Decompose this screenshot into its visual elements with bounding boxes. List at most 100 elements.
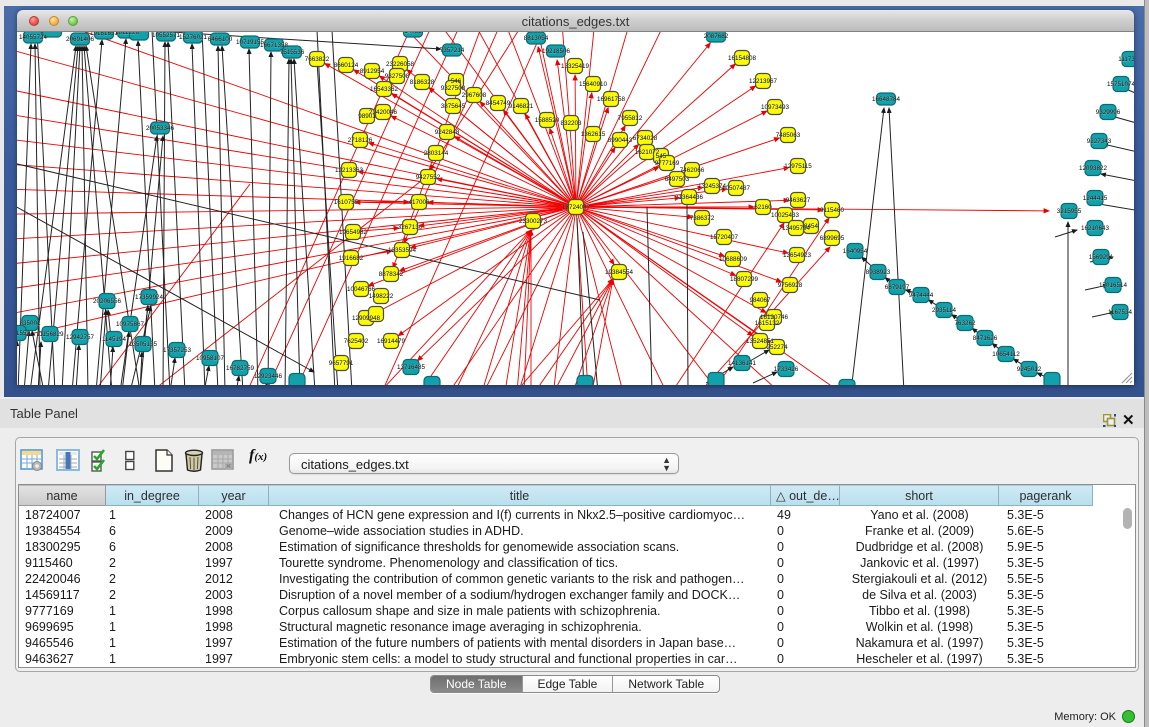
svg-text:10975867: 10975867 <box>116 321 145 328</box>
svg-text:984067: 984067 <box>749 297 771 304</box>
svg-text:14055724: 14055724 <box>19 34 48 41</box>
svg-text:6497503: 6497503 <box>665 176 690 183</box>
svg-text:6734028: 6734028 <box>633 135 658 142</box>
svg-text:15276021: 15276021 <box>179 34 208 41</box>
svg-text:7462066: 7462066 <box>680 167 705 174</box>
svg-text:16961758: 16961758 <box>597 96 626 103</box>
svg-text:1811226: 1811226 <box>115 32 140 36</box>
svg-text:19654982: 19654982 <box>339 229 368 236</box>
svg-text:1640954: 1640954 <box>843 248 868 255</box>
svg-text:2935114: 2935114 <box>932 307 957 314</box>
svg-text:545: 545 <box>656 153 667 160</box>
svg-text:16543362: 16543362 <box>370 86 399 93</box>
svg-text:7515536: 7515536 <box>280 49 305 56</box>
svg-text:13325419: 13325419 <box>561 63 590 70</box>
svg-text:11156829: 11156829 <box>36 331 64 338</box>
svg-text:9657791: 9657791 <box>329 360 354 367</box>
svg-text:62160: 62160 <box>754 204 772 211</box>
svg-text:1610755: 1610755 <box>334 199 359 206</box>
svg-text:7955812: 7955812 <box>618 115 643 122</box>
svg-text:9227343: 9227343 <box>1087 138 1112 145</box>
svg-text:8878342: 8878342 <box>379 271 404 278</box>
svg-text:1733426: 1733426 <box>774 366 799 373</box>
svg-text:10958107: 10958107 <box>196 355 225 362</box>
svg-text:19218506: 19218506 <box>542 48 571 55</box>
svg-text:7625402: 7625402 <box>344 338 369 345</box>
svg-text:9777169: 9777169 <box>655 160 680 167</box>
svg-text:20053346: 20053346 <box>146 125 175 132</box>
svg-text:8813054: 8813054 <box>524 35 549 42</box>
svg-text:17357253: 17357253 <box>163 347 192 354</box>
svg-text:13505135: 13505135 <box>129 341 158 348</box>
svg-text:9242848: 9242848 <box>435 129 460 136</box>
svg-text:252274: 252274 <box>766 344 788 351</box>
svg-text:15751074: 15751074 <box>1107 81 1134 88</box>
svg-text:18807299: 18807299 <box>730 276 759 283</box>
svg-text:1117304: 1117304 <box>1118 56 1134 63</box>
svg-text:9146821: 9146821 <box>509 103 534 110</box>
svg-text:23300273: 23300273 <box>519 218 548 225</box>
svg-text:12213967: 12213967 <box>749 78 778 85</box>
svg-text:417006: 417006 <box>408 199 430 206</box>
svg-text:17016514: 17016514 <box>1099 282 1128 289</box>
svg-text:12923446: 12923446 <box>254 373 283 380</box>
svg-text:16648784: 16648784 <box>872 96 901 103</box>
svg-text:15640910: 15640910 <box>579 81 608 88</box>
svg-text:9115460: 9115460 <box>820 207 845 214</box>
svg-text:14136141: 14136141 <box>728 360 757 367</box>
svg-text:13654923: 13654923 <box>783 252 812 259</box>
svg-text:2803144: 2803144 <box>424 150 449 157</box>
svg-text:9756928: 9756928 <box>778 282 803 289</box>
svg-text:12353594: 12353594 <box>388 247 417 254</box>
svg-text:9463627: 9463627 <box>786 197 811 204</box>
svg-text:10046766: 10046766 <box>347 286 376 293</box>
svg-text:8454749: 8454749 <box>486 100 511 107</box>
svg-text:16914479: 16914479 <box>377 338 406 345</box>
svg-text:3267130: 3267130 <box>398 224 423 231</box>
svg-text:8938923: 8938923 <box>866 269 891 276</box>
svg-text:7485063: 7485063 <box>776 132 801 139</box>
svg-text:12975115: 12975115 <box>784 163 812 170</box>
svg-text:1916682: 1916682 <box>339 255 364 262</box>
svg-text:8990443: 8990443 <box>608 137 633 144</box>
svg-text:6899695: 6899695 <box>820 235 845 242</box>
svg-text:8912954: 8912954 <box>360 68 385 75</box>
svg-text:2087682: 2087682 <box>704 33 729 40</box>
svg-text:10654112: 10654112 <box>992 351 1020 358</box>
svg-text:3911559: 3911559 <box>17 330 31 337</box>
svg-text:1615132: 1615132 <box>755 320 780 327</box>
svg-text:3875645: 3875645 <box>441 103 466 110</box>
svg-text:8471626: 8471626 <box>973 335 998 342</box>
svg-text:13716485: 13716485 <box>397 364 426 371</box>
svg-text:546: 546 <box>451 78 462 85</box>
svg-text:19384554: 19384554 <box>605 269 634 276</box>
svg-text:12942757: 12942757 <box>66 334 95 341</box>
svg-text:10973493: 10973493 <box>761 104 790 111</box>
svg-text:835001: 835001 <box>19 320 41 327</box>
svg-text:763262: 763262 <box>954 320 976 327</box>
svg-text:16782759: 16782759 <box>226 365 255 372</box>
svg-text:98901: 98901 <box>358 113 376 120</box>
svg-text:1145194: 1145194 <box>102 336 127 343</box>
svg-text:6879197: 6879197 <box>885 284 910 291</box>
svg-text:9474444: 9474444 <box>909 292 934 299</box>
svg-text:9245012: 9245012 <box>1017 366 1042 373</box>
svg-text:6466100: 6466100 <box>208 36 233 43</box>
svg-text:3215955: 3215955 <box>1057 208 1082 215</box>
svg-text:1498222: 1498222 <box>369 293 394 300</box>
svg-text:9327508: 9327508 <box>441 85 466 92</box>
svg-text:14055: 14055 <box>404 32 422 35</box>
svg-text:16210643: 16210643 <box>1081 225 1110 232</box>
svg-text:832203: 832203 <box>560 120 582 127</box>
svg-text:16671358: 16671358 <box>260 42 289 49</box>
svg-text:9427552: 9427552 <box>416 174 441 181</box>
svg-text:1362615: 1362615 <box>581 131 606 138</box>
svg-text:7663822: 7663822 <box>305 56 330 63</box>
svg-text:23226058: 23226058 <box>386 61 415 68</box>
svg-text:10025433: 10025433 <box>771 212 800 219</box>
svg-text:10552571: 10552571 <box>152 32 181 39</box>
svg-text:18724007: 18724007 <box>562 204 591 211</box>
svg-text:12909948: 12909948 <box>352 315 381 322</box>
svg-text:21364436: 21364436 <box>675 194 704 201</box>
svg-text:10688609: 10688609 <box>719 256 748 263</box>
